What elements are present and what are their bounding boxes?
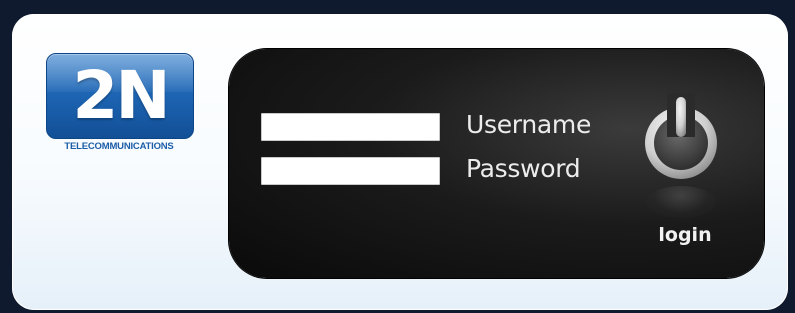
power-icon: [645, 93, 717, 179]
password-input[interactable]: [261, 157, 440, 185]
logo-tagline: TELECOMMUNICATIONS: [64, 141, 174, 152]
password-label: Password: [466, 154, 581, 183]
username-input[interactable]: [261, 113, 440, 141]
login-button[interactable]: login: [640, 224, 730, 246]
logo-mark: 2N: [72, 57, 170, 134]
power-button[interactable]: [638, 93, 724, 183]
power-reflection: [646, 186, 716, 218]
username-label: Username: [466, 110, 592, 139]
company-logo: 2N: [46, 53, 194, 139]
